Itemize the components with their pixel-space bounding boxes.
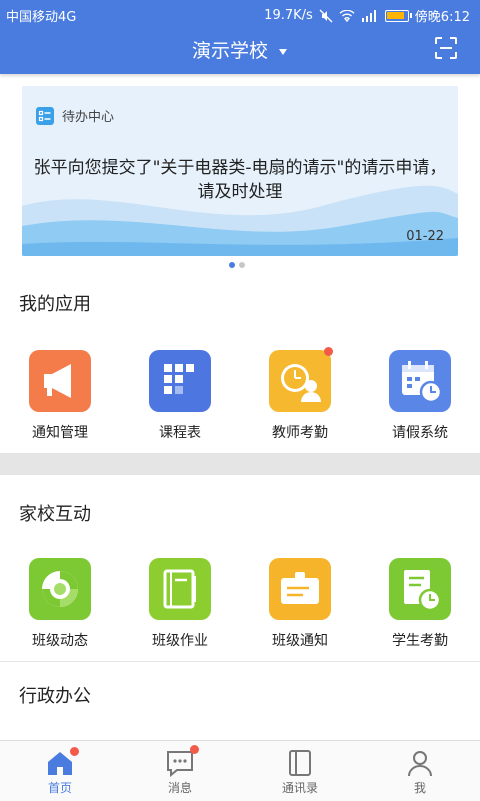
banner-header: 待办中心 <box>36 106 114 125</box>
my-apps-title: 我的应用 <box>19 294 91 315</box>
clock-person-icon <box>281 364 321 402</box>
app-tile <box>389 350 451 412</box>
tab-label: 通讯录 <box>281 781 318 795</box>
app-tile <box>269 558 331 620</box>
todo-banner[interactable]: 待办中心 张平向您提交了"关于电器类-电扇的请示"的请示申请，请及时处理 01-… <box>22 86 458 256</box>
wifi-icon <box>339 9 355 22</box>
status-right: 19.7K/s 傍晚6:12 <box>264 6 470 25</box>
signal-icon <box>361 9 376 22</box>
app-label: 班级动态 <box>32 633 88 649</box>
admin-title: 行政办公 <box>19 686 91 707</box>
pager-dot[interactable] <box>239 262 245 268</box>
person-icon <box>408 751 432 777</box>
carrier-text: 中国移动4G <box>6 10 77 25</box>
mute-icon <box>319 9 333 22</box>
tab-label: 首页 <box>47 781 72 795</box>
message-icon <box>167 751 193 777</box>
banner-pager <box>229 262 245 268</box>
banner-section-label: 待办中心 <box>62 110 115 125</box>
tab-me[interactable]: 我 <box>360 741 480 801</box>
tab-label: 我 <box>413 781 426 795</box>
app-tile <box>269 350 331 412</box>
app-label: 教师考勤 <box>272 425 328 441</box>
pager-dot[interactable] <box>229 262 235 268</box>
clock-text: 傍晚6:12 <box>414 10 470 25</box>
tab-home[interactable]: 首页 <box>0 741 120 801</box>
section-divider <box>0 453 480 475</box>
swirl-icon <box>42 571 78 607</box>
id-card-icon <box>281 572 319 604</box>
banner-date: 01-22 <box>406 229 444 244</box>
my-apps-grid: 通知管理 课程表 教师考勤 请假系统 <box>0 347 480 450</box>
app-label: 班级通知 <box>272 633 328 649</box>
tab-messages[interactable]: 消息 <box>120 741 240 801</box>
app-label: 学生考勤 <box>392 633 448 649</box>
app-course-schedule[interactable]: 课程表 <box>120 350 240 442</box>
app-teacher-attendance[interactable]: 教师考勤 <box>240 347 360 442</box>
tab-badge <box>190 745 199 754</box>
megaphone-icon <box>44 364 71 398</box>
tab-badge <box>70 747 79 756</box>
app-student-attendance[interactable]: 学生考勤 <box>360 558 480 650</box>
school-name: 演示学校 <box>191 40 268 62</box>
contacts-icon <box>289 750 311 776</box>
tab-contacts[interactable]: 通讯录 <box>240 741 360 801</box>
app-class-homework[interactable]: 班级作业 <box>120 558 240 650</box>
caret-down-icon <box>279 48 288 55</box>
app-label: 通知管理 <box>32 425 88 441</box>
app-leave-system[interactable]: 请假系统 <box>360 350 480 442</box>
app-label: 班级作业 <box>152 633 208 649</box>
app-tile <box>29 558 91 620</box>
scan-icon[interactable] <box>434 36 458 60</box>
section-divider <box>0 661 480 662</box>
app-class-notice[interactable]: 班级通知 <box>240 558 360 650</box>
app-class-moments[interactable]: 班级动态 <box>0 558 120 650</box>
battery-level <box>386 11 404 19</box>
document-clock-icon <box>404 570 442 612</box>
home-school-title: 家校互动 <box>19 504 91 525</box>
app-tile <box>29 350 91 412</box>
network-speed: 19.7K/s <box>264 8 313 23</box>
app-label: 课程表 <box>159 425 201 441</box>
status-bar: 中国移动4G 19.7K/s 傍晚6:12 <box>0 0 480 28</box>
banner-message: 张平向您提交了"关于电器类-电扇的请示"的请示申请，请及时处理 <box>33 158 447 202</box>
app-tile <box>389 558 451 620</box>
app-badge <box>324 347 333 356</box>
checklist-icon <box>36 106 54 125</box>
calendar-clock-icon <box>402 361 443 404</box>
grid-icon <box>164 364 194 394</box>
notebook-icon <box>163 569 196 609</box>
title-bar: 演示学校 <box>0 28 480 74</box>
app-label: 请假系统 <box>392 425 448 441</box>
app-notice-management[interactable]: 通知管理 <box>0 350 120 442</box>
bottom-tab-bar: 首页 消息 通讯录 我 <box>0 740 480 801</box>
tab-label: 消息 <box>167 781 192 795</box>
app-tile <box>149 558 211 620</box>
home-school-grid: 班级动态 班级作业 班级通知 学生考勤 <box>0 558 480 658</box>
battery-icon <box>384 9 412 22</box>
school-selector[interactable]: 演示学校 <box>0 36 480 63</box>
app-tile <box>149 350 211 412</box>
